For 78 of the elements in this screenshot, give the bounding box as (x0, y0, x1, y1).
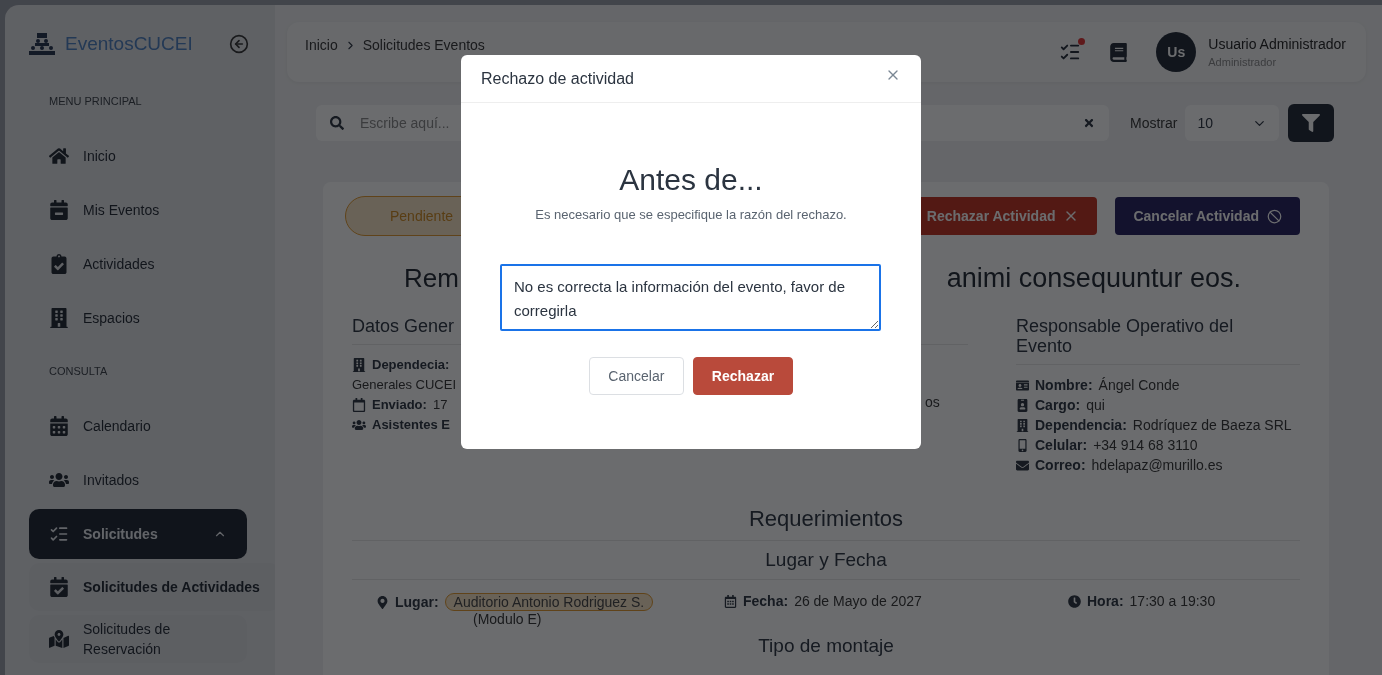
field-label: Hora: (1087, 593, 1124, 609)
place-tag: Auditorio Antonio Rodriguez S. (444, 593, 654, 611)
field-value: os (925, 394, 941, 410)
field-label: Dependecia: (372, 356, 450, 374)
field-value: qui (1086, 396, 1105, 415)
envelope-icon (1016, 458, 1029, 472)
collapse-icon[interactable] (229, 34, 249, 54)
calendar-icon (49, 416, 69, 436)
people-pyramid-icon (29, 33, 55, 55)
calendar-icon (724, 594, 737, 608)
event-title: animi consequuntur eos. (946, 263, 1241, 294)
user-avatar[interactable]: Us (1156, 32, 1197, 72)
user-name: Usuario Administrador (1208, 36, 1346, 52)
sidebar-item[interactable]: Invitados (29, 455, 247, 505)
sidebar-item[interactable]: Actividades (29, 239, 247, 289)
section-heading: Responsable Operativo del Evento (1016, 316, 1300, 365)
sidebar-item[interactable]: Calendario (29, 401, 247, 451)
sidebar-item[interactable]: Inicio (29, 131, 247, 181)
field-label: Cargo: (1035, 396, 1081, 415)
phone-icon (1016, 438, 1029, 452)
field-value: 26 de Mayo de 2027 (794, 593, 922, 609)
sidebar-item[interactable]: Espacios (29, 293, 247, 343)
people-icon (352, 418, 366, 432)
brand-name: EventosCUCEI (65, 33, 194, 55)
field-value: hdelapaz@murillo.es (1091, 456, 1223, 475)
field-value: 17 (432, 396, 448, 414)
calendar-icon (352, 398, 366, 412)
field-value: (Modulo E) (473, 611, 543, 627)
search-icon (330, 116, 344, 130)
id-card-icon (1016, 378, 1029, 392)
field-label: Asistentes E (372, 416, 451, 434)
field-label: Enviado: (372, 396, 427, 414)
field-value: 17:30 a 19:30 (1129, 593, 1216, 609)
building-icon (1016, 418, 1029, 432)
book-icon[interactable] (1109, 42, 1129, 62)
field-label: Lugar: (395, 594, 439, 610)
field-label: Nombre: (1035, 376, 1093, 395)
calendar-icon (49, 200, 69, 220)
clock-icon (1068, 594, 1081, 608)
building-icon (352, 358, 366, 372)
calendar-check-icon (49, 577, 69, 597)
home-icon (49, 146, 69, 166)
field-label: Celular: (1035, 436, 1088, 455)
field-label: Fecha: (743, 593, 789, 609)
people-icon (49, 470, 69, 490)
building-icon (49, 308, 69, 328)
section-heading: Tipo de montaje (757, 634, 895, 658)
page-size-select[interactable]: 10 (1185, 105, 1280, 141)
checklist-icon (49, 524, 69, 544)
badge-icon (1016, 398, 1029, 412)
page-size-label: Mostrar (1130, 115, 1178, 131)
field-label: Correo: (1035, 456, 1086, 475)
sidebar-item[interactable]: Mis Eventos (29, 185, 247, 235)
map-pin-icon (49, 629, 69, 649)
map-pin-icon (376, 595, 389, 609)
field-value: +34 914 68 3110 (1093, 436, 1198, 455)
breadcrumb-item[interactable]: Inicio (305, 37, 338, 53)
filter-button[interactable] (1288, 104, 1335, 142)
sidebar-item[interactable]: Solicitudes (29, 509, 247, 559)
filter-icon (1302, 114, 1321, 132)
clear-icon[interactable] (1083, 117, 1095, 129)
dialog-title: Rechazo de actividad (481, 69, 634, 88)
field-value: Ángel Conde (1098, 376, 1180, 395)
reason-field[interactable]: No es correcta la información del evento, favor de corregirla (500, 264, 881, 331)
section-heading: Lugar y Fecha (764, 548, 888, 572)
ban-icon (1267, 208, 1282, 224)
breadcrumb-item[interactable]: Solicitudes Eventos (362, 37, 485, 53)
field-value: Rodríquez de Baeza SRL (1132, 416, 1292, 435)
cancel-button[interactable]: Cancelar (588, 357, 684, 395)
section-title: MENU PRINCIPAL (49, 95, 143, 107)
cancel-button[interactable]: Cancelar Actividad (1115, 197, 1300, 235)
section-heading: Requerimientos (747, 505, 905, 533)
section-title: CONSULTA (49, 365, 109, 377)
dialog-heading: Antes de... (618, 163, 764, 197)
reject-button[interactable]: Rechazar (692, 357, 794, 395)
event-title: Rem (404, 263, 459, 294)
clipboard-check-icon (49, 254, 69, 274)
field-label: Dependencia: (1035, 416, 1127, 435)
